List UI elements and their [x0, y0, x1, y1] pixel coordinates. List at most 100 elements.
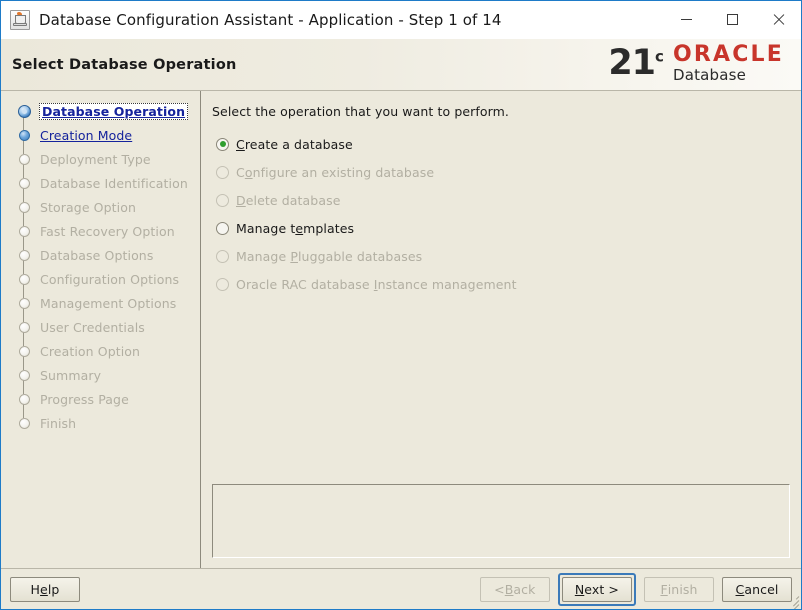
step-node-wrap [14, 147, 34, 171]
sidebar-step-finish: Finish [1, 411, 200, 435]
finish-button-slot: Finish [644, 576, 714, 602]
cancel-button[interactable]: Cancel [722, 576, 792, 602]
radio-option-create-a-database[interactable]: Create a database [216, 130, 801, 158]
sidebar-step-database-identification: Database Identification [1, 171, 200, 195]
step-node-icon [18, 249, 30, 261]
button-bar: He lp < Back Next > Finish Cancel [1, 568, 801, 609]
step-node-icon [18, 417, 30, 429]
sidebar-step-database-options: Database Options [1, 243, 200, 267]
logo-brand: ORACLE [672, 42, 784, 67]
radio-button-icon[interactable] [216, 137, 229, 151]
title-bar: Database Configuration Assistant - Appli… [1, 1, 801, 39]
message-panel [212, 484, 790, 558]
logo-version: 21c [608, 46, 664, 81]
oracle-logo: 21c ORACLE Database [608, 44, 784, 83]
sidebar-step-label: Database Operation [39, 102, 189, 120]
step-node-wrap [14, 99, 34, 123]
step-node-wrap [14, 171, 34, 195]
radio-option-label: Configure an existing database [236, 164, 435, 180]
close-button[interactable] [755, 1, 801, 38]
step-node-wrap [14, 195, 34, 219]
sidebar-step-label: Deployment Type [40, 151, 151, 167]
operation-radio-group: Create a database Configure an existing d… [212, 130, 801, 298]
radio-option-manage-pluggable-databases: Manage Pluggable databases [216, 242, 801, 270]
back-button: < Back [479, 576, 550, 602]
next-button-slot: Next > [557, 572, 636, 606]
logo-version-suffix: c [655, 47, 664, 66]
step-node-icon [18, 321, 30, 333]
step-node-wrap [14, 411, 34, 435]
window-controls [663, 1, 801, 38]
sidebar-step-label: Creation Mode [40, 127, 133, 143]
dbca-window: Database Configuration Assistant - Appli… [0, 0, 802, 610]
sidebar-step-label: Fast Recovery Option [40, 223, 175, 239]
sidebar-step-summary: Summary [1, 363, 200, 387]
step-node-wrap [14, 387, 34, 411]
step-node-wrap [14, 243, 34, 267]
close-icon [772, 13, 785, 26]
step-node-icon [18, 273, 30, 285]
logo-wordmark: ORACLE Database [673, 44, 784, 83]
radio-button-icon [216, 277, 229, 291]
message-panel-wrapper [201, 484, 801, 568]
sidebar-step-label: Database Options [40, 247, 154, 263]
sidebar-step-user-credentials: User Credentials [1, 315, 200, 339]
step-node-icon [18, 129, 30, 141]
maximize-button[interactable] [709, 1, 755, 38]
radio-option-configure-an-existing-database: Configure an existing database [216, 158, 801, 186]
wizard-step-list: Database Operation Creation Mode Deploymen… [1, 99, 200, 435]
sidebar-step-database-operation[interactable]: Database Operation [1, 99, 200, 123]
sidebar-step-label: Management Options [40, 295, 177, 311]
sidebar-step-label: Database Identification [40, 175, 188, 191]
next-button[interactable]: Next > [561, 576, 632, 602]
help-button-slot: He lp [10, 576, 80, 602]
cancel-button-slot: Cancel [722, 576, 792, 602]
radio-option-label: Oracle RAC database Instance management [236, 276, 517, 292]
sidebar-step-label: Creation Option [40, 343, 141, 359]
next-button-focus-ring: Next > [557, 572, 636, 606]
sidebar-step-label: Finish [40, 415, 77, 431]
step-node-icon [18, 393, 30, 405]
java-coffee-cup-icon [10, 9, 30, 30]
step-node-wrap [14, 219, 34, 243]
step-node-icon [18, 201, 30, 213]
help-button[interactable]: He lp [10, 576, 80, 602]
body-area: Database Operation Creation Mode Deploymen… [1, 91, 801, 568]
main-content: Select the operation that you want to pe… [201, 91, 801, 484]
sidebar-step-progress-page: Progress Page [1, 387, 200, 411]
radio-button-icon[interactable] [216, 221, 229, 235]
step-node-wrap [14, 339, 34, 363]
radio-option-label: Manage Pluggable databases [236, 248, 423, 264]
window-title: Database Configuration Assistant - Appli… [39, 10, 502, 29]
sidebar-step-configuration-options: Configuration Options [1, 267, 200, 291]
minimize-button[interactable] [663, 1, 709, 38]
sidebar-step-storage-option: Storage Option [1, 195, 200, 219]
step-node-wrap [14, 363, 34, 387]
step-node-icon [18, 153, 30, 165]
step-node-wrap [14, 291, 34, 315]
radio-button-icon [216, 165, 229, 179]
step-node-icon [18, 345, 30, 357]
logo-product: Database [672, 66, 747, 84]
sidebar-step-creation-option: Creation Option [1, 339, 200, 363]
sidebar-step-label: Progress Page [40, 391, 129, 407]
step-node-icon [18, 297, 30, 309]
radio-option-label: Manage templates [236, 220, 355, 236]
sidebar-step-label: Storage Option [40, 199, 136, 215]
sidebar-step-fast-recovery-option: Fast Recovery Option [1, 219, 200, 243]
step-node-wrap [14, 123, 34, 147]
sidebar-step-management-options: Management Options [1, 291, 200, 315]
radio-button-icon [216, 193, 229, 207]
step-node-icon [18, 177, 30, 189]
page-header: Select Database Operation 21c ORACLE Dat… [1, 39, 801, 91]
radio-option-label: Delete database [236, 192, 341, 208]
sidebar-step-deployment-type: Deployment Type [1, 147, 200, 171]
back-button-slot: < Back [479, 576, 550, 602]
radio-option-manage-templates[interactable]: Manage templates [216, 214, 801, 242]
step-node-wrap [14, 267, 34, 291]
step-node-icon [18, 225, 30, 237]
maximize-icon [726, 14, 738, 25]
step-node-icon [18, 369, 30, 381]
sidebar-step-creation-mode[interactable]: Creation Mode [1, 123, 200, 147]
step-node-wrap [14, 315, 34, 339]
